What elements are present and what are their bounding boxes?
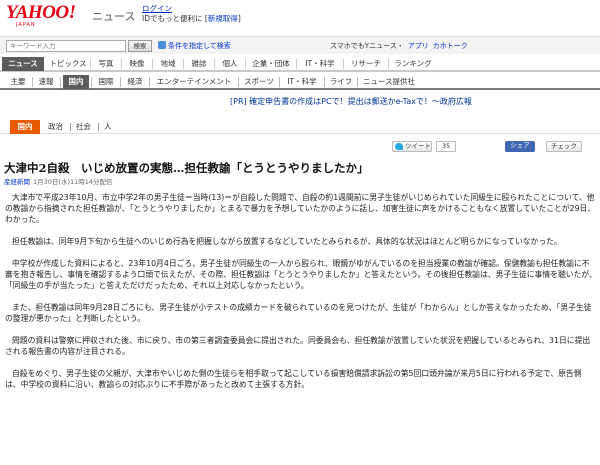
sub-nav-it-science[interactable]: IT・科学 [282,75,322,89]
category-tabs: 国内 政治 社会 人 [0,120,600,134]
search-button[interactable]: 検索 [128,40,152,52]
article-body: 大津市で平成23年10月、市立中学2年の男子生徒＝当時(13)＝が自殺した問題で… [5,192,597,401]
article-paragraph: 中学校が作成した資料によると、23年10月4日ごろ、男子生徒が同級生の一人から殴… [5,259,597,290]
mobile-promo: スマホでもYニュース・ アプリ カホトーク [330,41,468,51]
tweet-count: 35 [436,141,456,152]
main-nav-individual[interactable]: 個人 [217,57,243,71]
search-options-icon [158,41,166,49]
main-nav-video[interactable]: 映像 [124,57,150,71]
login-tagline: IDでもっと便利に [142,14,203,23]
site-header: YAHOO! JAPAN ニュース ログイン IDでもっと便利に [新規取得] [0,0,600,34]
sub-nav-providers[interactable]: ニュース提供社 [360,75,418,89]
category-tab-people[interactable]: 人 [104,120,112,134]
article-paragraph: 大津市で平成23年10月、市立中学2年の男子生徒＝当時(13)＝が自殺した問題で… [5,193,596,224]
main-nav-ranking[interactable]: ランキング [391,57,435,71]
sub-nav-breaking[interactable]: 速報 [34,75,58,89]
sub-nav-entertainment[interactable]: エンターテインメント [152,75,236,89]
twitter-bird-icon [395,143,403,150]
main-nav-it-science[interactable]: IT・科学 [299,57,341,71]
yahoo-logo[interactable]: YAHOO! [6,2,76,24]
main-nav-topics[interactable]: トピックス [48,57,88,71]
facebook-share-button[interactable]: シェア [505,141,535,152]
pr-ad-link[interactable]: [PR] 確定申告書の作成はPCで！提出は郵送かe-Taxで！～政府広報 [230,96,472,107]
main-nav-research[interactable]: リサーチ [346,57,386,71]
article-datetime: 1月30日(水)11時14分配信 [33,178,113,186]
login-link[interactable]: ログイン [142,4,172,13]
article-headline: 大津中2自殺 いじめ放置の実態…担任教諭「とうとうやりましたか」 [4,161,369,175]
yahoo-logo-sub: JAPAN [16,22,36,28]
article-paragraph: 問題の資料は警察に押収された後、市に戻り、市の第三者調査委員会に提出された。同委… [5,336,591,356]
category-tab-society[interactable]: 社会 [76,120,91,134]
category-tab-politics[interactable]: 政治 [48,120,63,134]
article-dateline: 産経新聞 1月30日(水)11時14分配信 [4,176,113,186]
section-title[interactable]: ニュース [92,8,135,24]
search-bar: 検索 条件を指定して検索 スマホでもYニュース・アプリカホトーク [0,36,600,54]
main-nav-news[interactable]: ニュース [2,57,44,71]
sub-nav-international[interactable]: 国際 [94,75,118,89]
main-nav-photo[interactable]: 写真 [93,57,119,71]
main-nav-magazine[interactable]: 雑誌 [186,57,212,71]
article-paragraph: 自殺をめぐり、男子生徒の父親が、大津市やいじめた側の生徒らを相手取って起こしてい… [5,369,582,389]
main-nav-organizations[interactable]: 企業・団体 [248,57,294,71]
article-paragraph: 担任教諭は、同年9月下旬から生徒へのいじめ行為を把握しながら放置するなどしていた… [12,237,562,246]
search-input[interactable] [6,40,126,52]
cacao-talk-link[interactable]: カホトーク [433,42,468,50]
category-tab-domestic[interactable]: 国内 [10,120,40,134]
article-paragraph: また、担任教諭は同年9月28日ごろにも、男子生徒が小テストの成績カードを破られて… [5,303,592,323]
sub-nav: 主要 速報 国内 国際 経済 エンターテインメント スポーツ IT・科学 ライフ… [0,74,600,90]
sub-nav-sports[interactable]: スポーツ [241,75,277,89]
main-nav: ニュース トピックス 写真 映像 地域 雑誌 個人 企業・団体 IT・科学 リサ… [0,56,600,72]
advanced-search-link[interactable]: 条件を指定して検索 [158,41,231,51]
sub-nav-economy[interactable]: 経済 [123,75,147,89]
register-link[interactable]: 新規取得 [208,14,238,23]
sub-nav-main[interactable]: 主要 [6,75,30,89]
mobile-label: スマホでもYニュース・ [330,42,404,50]
mixi-check-button[interactable]: チェック [546,141,582,152]
tweet-button[interactable]: ツイート [392,141,432,152]
login-box: ログイン IDでもっと便利に [新規取得] [142,4,241,23]
app-link[interactable]: アプリ [408,42,429,50]
sub-nav-domestic[interactable]: 国内 [63,75,89,89]
article-source-link[interactable]: 産経新聞 [4,178,30,186]
sub-nav-life[interactable]: ライフ [327,75,355,89]
main-nav-region[interactable]: 地域 [155,57,181,71]
